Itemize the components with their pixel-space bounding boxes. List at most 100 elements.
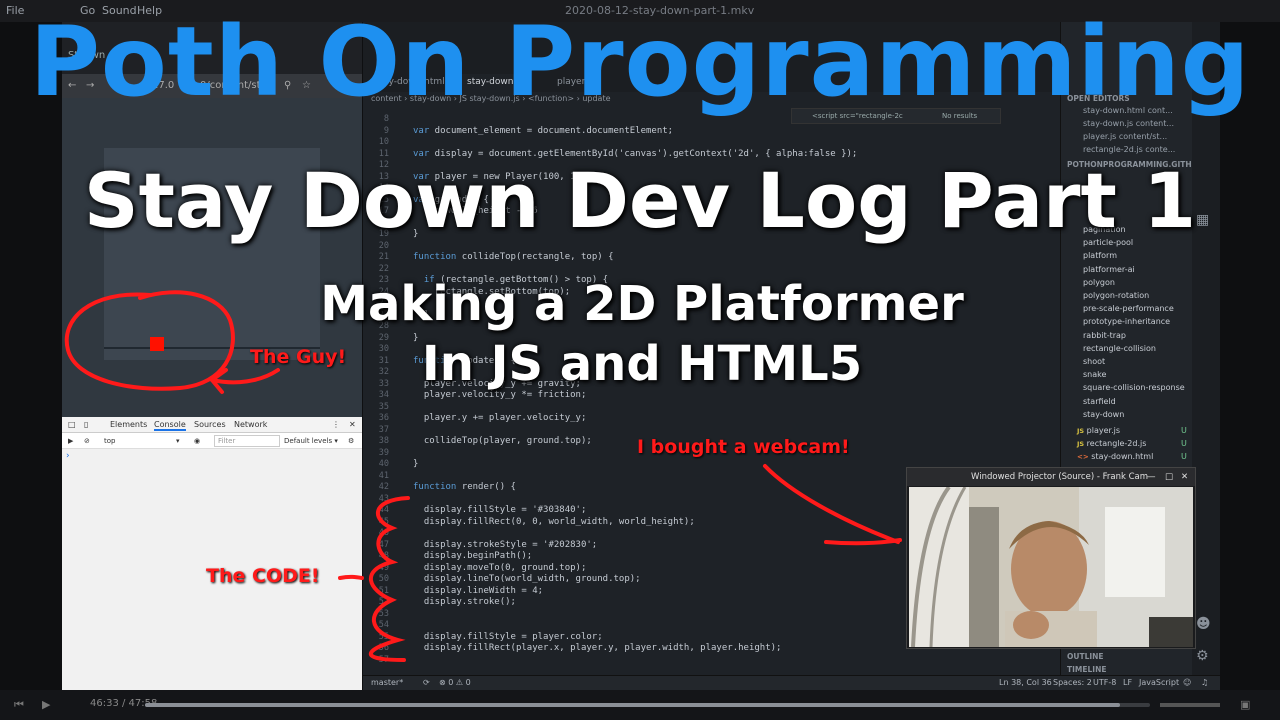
console-filter-input[interactable]: Filter <box>214 435 280 447</box>
folder-item[interactable]: stay-down <box>1083 410 1124 419</box>
line-number: 37 <box>378 424 389 435</box>
code-line[interactable]: display.stroke(); <box>413 597 516 607</box>
channel-title: Poth On Programming <box>29 6 1251 118</box>
video-subtitle: Stay Down Dev Log Part 1 <box>83 156 1197 245</box>
code-line[interactable]: collideTop(player, ground.top); <box>413 436 592 446</box>
line-number: 22 <box>378 263 389 274</box>
problems-indicator[interactable]: ⊗ 0 ⚠ 0 <box>439 678 471 687</box>
code-line[interactable]: display.fillRect(0, 0, world_width, worl… <box>413 517 695 527</box>
close-icon[interactable]: ✕ <box>349 420 356 429</box>
clear-console-icon[interactable]: ⊘ <box>84 437 90 445</box>
editor-statusbar: master* ⟳ ⊗ 0 ⚠ 0 Ln 38, Col 36 Spaces: … <box>363 675 1220 690</box>
tab-network[interactable]: Network <box>234 420 267 429</box>
folder-item[interactable]: polygon <box>1083 278 1115 287</box>
outline-header[interactable]: OUTLINE <box>1067 652 1104 661</box>
folder-item[interactable]: square-collision-response <box>1083 383 1185 392</box>
line-number: 51 <box>378 585 389 596</box>
annotation-webcam: I bought a webcam! <box>637 436 850 458</box>
file-item[interactable]: JS rectangle-2d.js U <box>1077 439 1187 448</box>
code-line[interactable]: var document_element = document.document… <box>413 126 673 136</box>
indent-setting[interactable]: Spaces: 2 <box>1053 678 1092 687</box>
line-number: 45 <box>378 516 389 527</box>
open-editor-item[interactable]: player.js content/st... <box>1083 132 1167 141</box>
folder-item[interactable]: shoot <box>1083 357 1105 366</box>
line-number: 44 <box>378 505 389 515</box>
bell-icon[interactable]: ♫ <box>1201 678 1208 687</box>
code-line[interactable]: display.fillStyle = player.color; <box>413 632 603 642</box>
open-editor-item[interactable]: stay-down.js content... <box>1083 119 1174 128</box>
minimize-icon[interactable]: — <box>1147 472 1156 482</box>
code-line[interactable]: display.fillRect(player.x, player.y, pla… <box>413 643 782 653</box>
cursor-position[interactable]: Ln 38, Col 36 <box>999 678 1052 687</box>
context-chevron-icon[interactable]: ▾ <box>176 437 180 445</box>
folder-item[interactable]: rabbit-trap <box>1083 331 1126 340</box>
fullscreen-icon[interactable]: ▣ <box>1240 698 1250 711</box>
account-icon[interactable]: ☻ <box>1196 616 1211 632</box>
account-icon[interactable]: ☺ <box>1183 678 1191 687</box>
console-prompt-icon[interactable]: › <box>66 451 70 461</box>
eye-icon[interactable]: ◉ <box>194 437 200 445</box>
line-number: 46 <box>378 528 389 538</box>
tab-console[interactable]: Console <box>154 420 186 431</box>
code-line[interactable]: display.lineTo(world_width, ground.top); <box>413 574 641 584</box>
line-number: 41 <box>378 470 389 481</box>
webcam-scene <box>909 487 1193 647</box>
timeline-header[interactable]: TIMELINE <box>1067 665 1106 674</box>
folder-item[interactable]: prototype-inheritance <box>1083 317 1170 326</box>
line-number: 39 <box>378 447 389 458</box>
previous-icon[interactable]: ⏮ <box>14 698 24 712</box>
line-number: 52 <box>378 597 389 607</box>
folder-item[interactable]: platformer-ai <box>1083 265 1135 274</box>
seek-bar[interactable] <box>145 703 1150 707</box>
folder-item[interactable]: pre-scale-performance <box>1083 304 1174 313</box>
line-number: 42 <box>378 482 389 492</box>
code-line[interactable]: function collideTop(rectangle, top) { <box>413 252 614 262</box>
play-icon[interactable]: ▶ <box>42 698 50 711</box>
tab-sources[interactable]: Sources <box>194 420 226 429</box>
folder-item[interactable]: snake <box>1083 370 1106 379</box>
file-item[interactable]: <> stay-down.html U <box>1077 452 1187 461</box>
settings-gear-icon[interactable]: ⚙ <box>1196 648 1209 664</box>
folder-item[interactable]: starfield <box>1083 397 1116 406</box>
line-number: 38 <box>378 436 389 446</box>
code-line[interactable]: display.moveTo(0, ground.top); <box>413 563 587 573</box>
inspect-icon[interactable]: □ <box>68 420 76 429</box>
line-number: 57 <box>378 654 389 665</box>
code-line[interactable]: } <box>413 459 418 469</box>
player-controls: ⏮ ▶ 46:33 / 47:58 ▣ <box>0 690 1280 720</box>
code-line[interactable]: display.strokeStyle = '#202830'; <box>413 540 597 550</box>
code-line[interactable]: display.fillStyle = '#303840'; <box>413 505 587 515</box>
file-item[interactable]: JS player.js U <box>1077 426 1187 435</box>
sidebar-toggle-icon[interactable]: ▶ <box>68 437 73 445</box>
code-line[interactable]: display.beginPath(); <box>413 551 532 561</box>
line-number: 10 <box>378 137 389 147</box>
gear-icon[interactable]: ⚙ <box>348 437 354 445</box>
line-number: 21 <box>378 252 389 262</box>
tab-elements[interactable]: Elements <box>110 420 147 429</box>
more-icon[interactable]: ⋮ <box>332 420 340 429</box>
maximize-icon[interactable]: □ <box>1165 472 1173 482</box>
git-branch[interactable]: master* <box>371 678 403 687</box>
line-number: 43 <box>378 493 389 504</box>
context-select[interactable]: top <box>104 437 115 445</box>
folder-item[interactable]: rectangle-collision <box>1083 344 1156 353</box>
volume-slider[interactable] <box>1160 703 1220 707</box>
line-number: 56 <box>378 643 389 653</box>
code-line[interactable]: display.lineWidth = 4; <box>413 586 543 596</box>
close-icon[interactable]: ✕ <box>1181 472 1188 482</box>
code-line[interactable]: function render() { <box>413 482 516 492</box>
folder-item[interactable]: polygon-rotation <box>1083 291 1149 300</box>
open-editor-item[interactable]: rectangle-2d.js conte... <box>1083 145 1175 154</box>
sync-icon[interactable]: ⟳ <box>423 678 430 687</box>
folder-item[interactable]: platform <box>1083 251 1117 260</box>
code-line[interactable]: player.y += player.velocity_y; <box>413 413 587 423</box>
webcam-feed <box>909 487 1193 647</box>
encoding[interactable]: UTF-8 <box>1093 678 1116 687</box>
line-number: 49 <box>378 562 389 573</box>
language-mode[interactable]: JavaScript <box>1139 678 1179 687</box>
video-tagline-2: In JS and HTML5 <box>421 336 863 392</box>
log-levels-select[interactable]: Default levels ▾ <box>284 437 338 445</box>
eol[interactable]: LF <box>1123 678 1132 687</box>
line-number: 55 <box>378 631 389 642</box>
device-icon[interactable]: ▯ <box>84 420 88 429</box>
